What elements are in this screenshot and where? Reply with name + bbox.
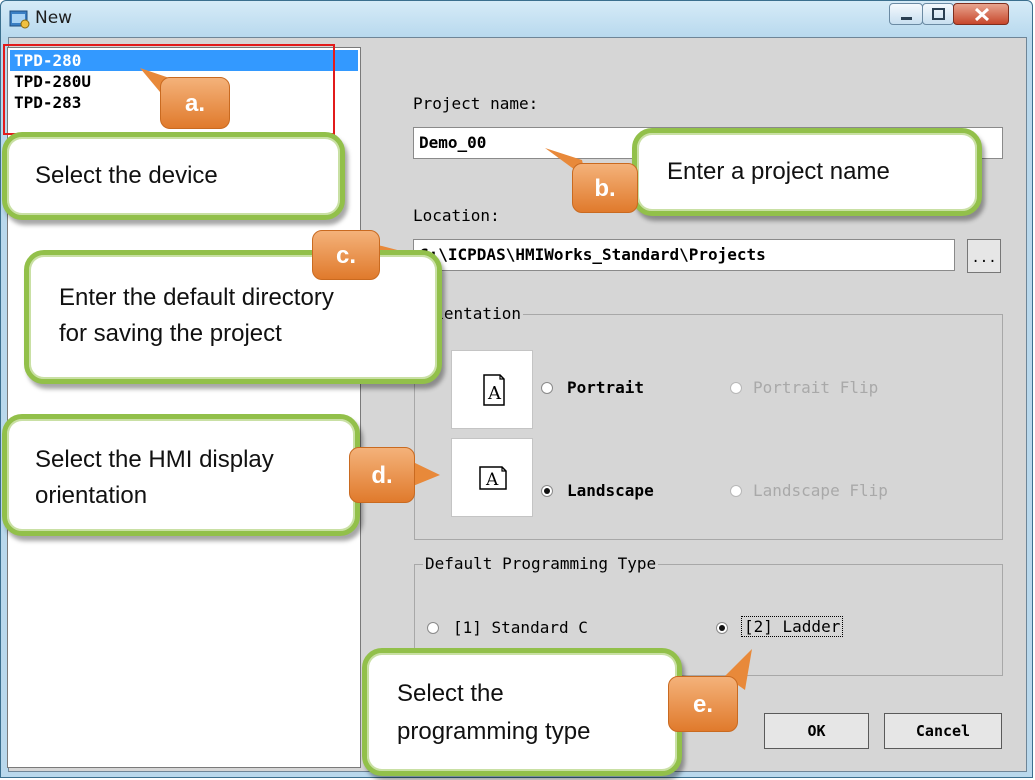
maximize-icon — [932, 8, 945, 20]
portrait-radio[interactable] — [541, 382, 553, 394]
window-title: New — [35, 8, 73, 28]
callout-orientation: Select the HMI display orientation — [2, 414, 360, 536]
maximize-button[interactable] — [922, 3, 954, 25]
location-label: Location: — [413, 206, 500, 225]
ok-button[interactable]: OK — [764, 713, 869, 749]
callout-c-line1: Enter the default directory — [59, 284, 334, 311]
callout-d-badge: d. — [349, 447, 415, 503]
callout-a-text: Select the device — [35, 162, 218, 189]
location-input[interactable]: C:\ICPDAS\HMIWorks_Standard\Projects — [413, 239, 955, 271]
programming-type-group-label: Default Programming Type — [423, 554, 659, 573]
callout-select-device: Select the device — [2, 132, 345, 220]
callout-a-badge: a. — [160, 77, 230, 129]
callout-project-name: Enter a project name — [632, 128, 982, 216]
callout-e-badge: e. — [668, 676, 738, 732]
landscape-label[interactable]: Landscape — [567, 481, 654, 500]
callout-d-line1: Select the HMI display — [35, 446, 274, 473]
callout-e-line2: programming type — [397, 718, 591, 745]
cancel-button[interactable]: Cancel — [884, 713, 1002, 749]
landscape-preview-icon: A — [451, 438, 533, 517]
portrait-preview-icon: A — [451, 350, 533, 429]
minimize-icon — [901, 17, 912, 20]
minimize-button[interactable] — [889, 3, 923, 25]
title-bar[interactable]: New — [1, 1, 1032, 37]
portrait-label[interactable]: Portrait — [567, 378, 644, 397]
svg-text:A: A — [487, 383, 502, 404]
close-button[interactable] — [953, 3, 1009, 25]
browse-button[interactable]: ... — [967, 239, 1001, 273]
svg-text:A: A — [485, 470, 499, 490]
portrait-flip-label: Portrait Flip — [753, 378, 879, 397]
landscape-flip-radio — [730, 485, 742, 497]
callout-c-line2: for saving the project — [59, 320, 282, 347]
close-icon — [974, 7, 990, 22]
ladder-radio[interactable] — [716, 622, 728, 634]
callout-d-line2: orientation — [35, 482, 148, 509]
project-name-label: Project name: — [413, 94, 539, 113]
standard-c-radio[interactable] — [427, 622, 439, 634]
landscape-flip-label: Landscape Flip — [753, 481, 888, 500]
callout-programming-type: Select the programming type — [362, 648, 682, 776]
callout-e-line1: Select the — [397, 680, 504, 707]
standard-c-label[interactable]: [1] Standard C — [453, 618, 588, 637]
portrait-flip-radio — [730, 382, 742, 394]
landscape-radio[interactable] — [541, 485, 553, 497]
callout-b-text: Enter a project name — [667, 158, 890, 185]
callout-c-badge: c. — [312, 230, 380, 280]
callout-b-badge: b. — [572, 163, 638, 213]
ladder-label[interactable]: [2] Ladder — [741, 616, 844, 637]
app-icon — [9, 10, 30, 29]
